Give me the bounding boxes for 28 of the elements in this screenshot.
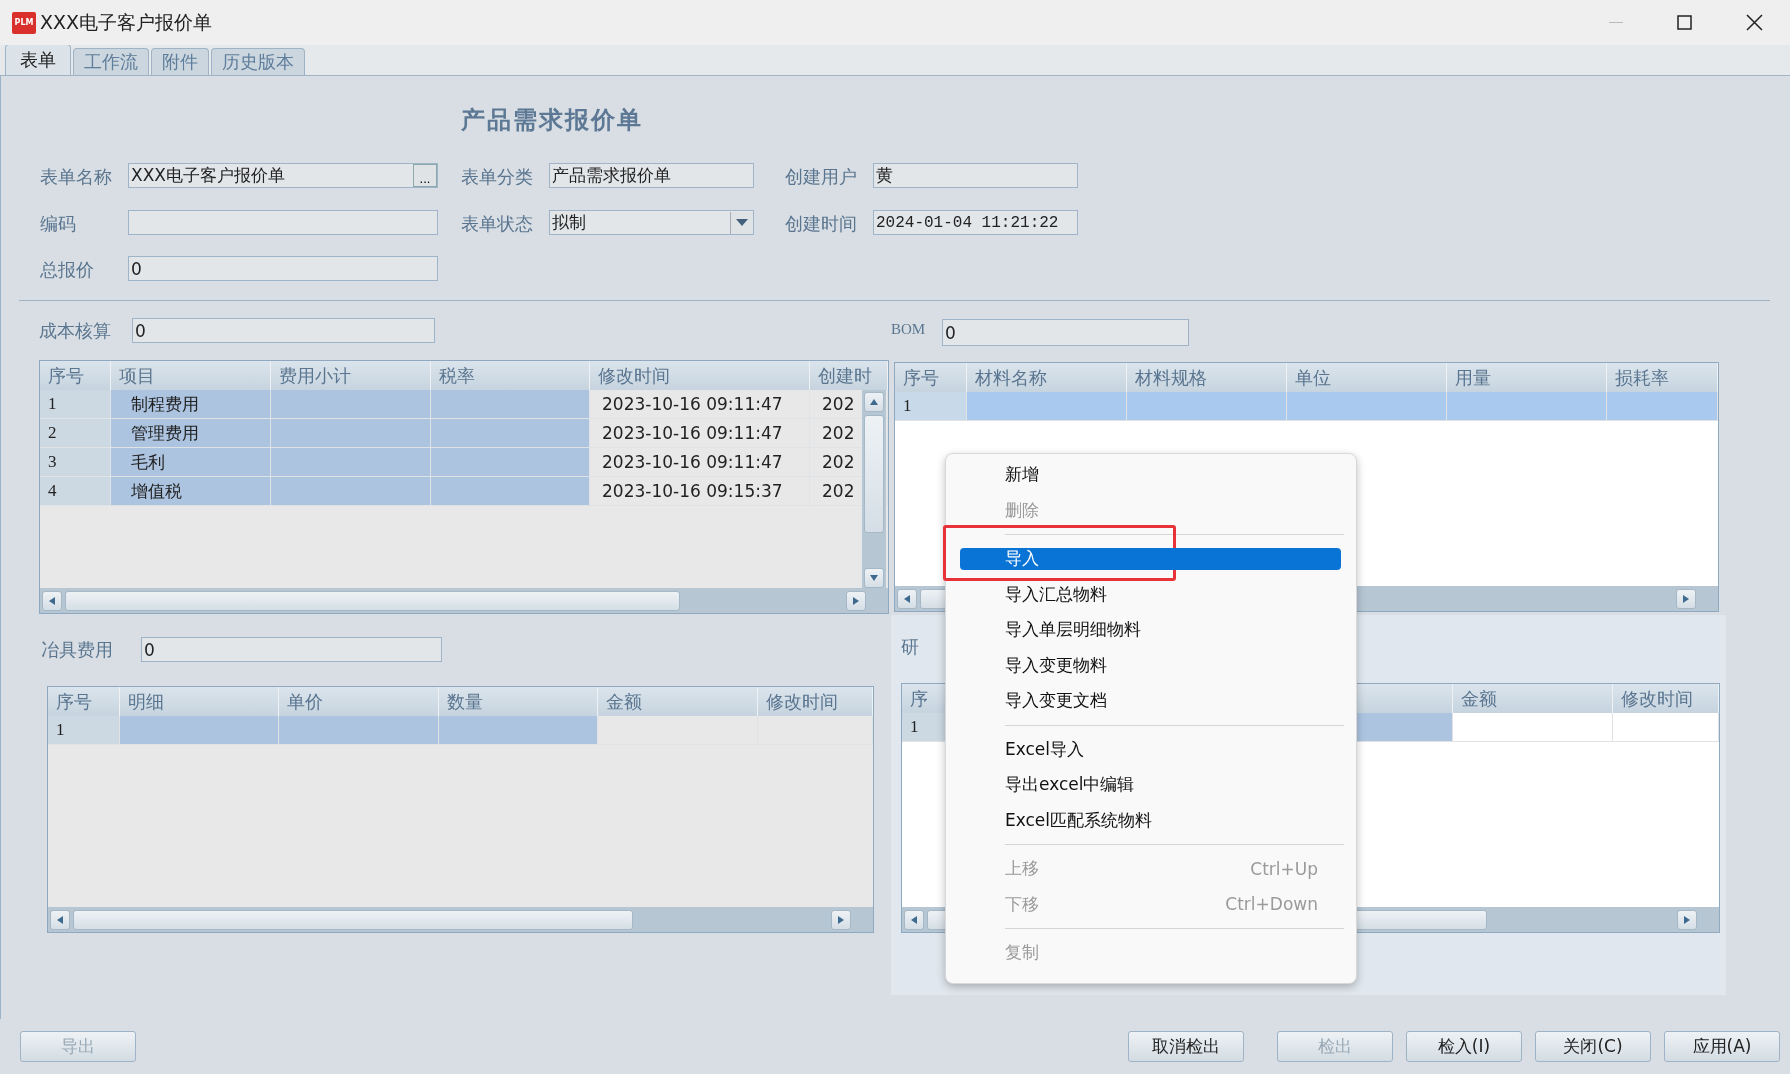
table-cell: 3 [40,448,111,476]
table-cell: 1 [48,716,120,744]
section-label: 研 [901,635,920,659]
table-cell: 4 [40,477,111,505]
field-label: 表单状态 [461,211,534,236]
table-cell: 1 [40,390,111,418]
field-label: 编码 [40,211,77,236]
field-label: 总报价 [40,257,95,282]
table-cell: 增值税 [111,477,271,505]
field-label: 成本核算 [39,318,112,343]
table-cell: 管理费用 [111,419,271,447]
window-title: XXX电子客户报价单 [40,9,213,35]
table-cell: 2023-10-16 09:15:37 [590,477,810,505]
form-heading: 产品需求报价单 [461,105,644,136]
field-label: 创建用户 [785,164,858,189]
table-cell: 1 [895,392,967,420]
table-cell: 2023-10-16 09:11:47 [590,390,810,418]
field-label: 创建时间 [785,211,858,236]
table-cell: 制程费用 [111,390,271,418]
field-label: 表单名称 [40,164,113,189]
field-label: 表单分类 [461,164,534,189]
table-cell: 毛利 [111,448,271,476]
field-label: 冶具费用 [41,637,114,662]
field-label: BOM [891,321,927,338]
table-cell: 2023-10-16 09:11:47 [590,419,810,447]
app-logo: PLM [12,11,36,34]
table-cell: 2 [40,419,111,447]
table-cell: 2023-10-16 09:11:47 [590,448,810,476]
